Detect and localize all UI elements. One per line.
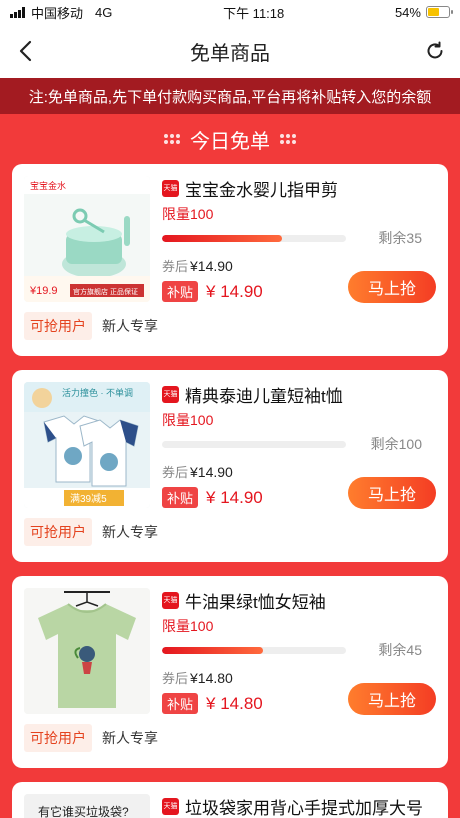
- thumb-banner-text: 活力撞色 · 不单调: [62, 387, 133, 398]
- stock-progress-bar: [162, 646, 346, 654]
- new-user-tag: 新人专享: [102, 318, 158, 334]
- thumb-banner-text: 宝宝金水: [30, 180, 66, 191]
- grab-button[interactable]: 马上抢: [348, 477, 436, 509]
- remaining-label: 剩余45: [378, 642, 422, 658]
- refresh-icon: [427, 41, 443, 59]
- nav-bar: 免单商品: [0, 24, 460, 78]
- grab-button[interactable]: 马上抢: [348, 271, 436, 303]
- carrier-label: 中国移动: [31, 5, 84, 21]
- dots-decoration-icon: [280, 134, 296, 144]
- battery-percent: 54%: [394, 4, 421, 20]
- thumb-deal-text: 满39减5: [70, 493, 107, 505]
- new-user-tag: 新人专享: [102, 730, 158, 746]
- thumb-banner-text: 有它谁买垃圾袋?: [38, 804, 129, 818]
- signal-icon: [10, 6, 25, 18]
- subsidy-price: ¥ 14.80: [206, 693, 263, 713]
- remaining-label: 剩余35: [378, 230, 422, 246]
- stock-progress-bar: [162, 234, 346, 242]
- thumb-price-text: ¥19.9: [29, 285, 58, 297]
- stock-progress-bar: [162, 440, 346, 448]
- section-title: 今日免单: [190, 130, 270, 153]
- product-card[interactable]: 活力撞色 · 不单调 满39减5 天猫 精典泰迪儿童短袖t恤 限量100 剩余1…: [12, 370, 448, 562]
- page-title: 免单商品: [190, 42, 270, 65]
- product-title: 垃圾袋家用背心手提式加厚大号: [185, 798, 423, 818]
- limit-label: 限量100: [162, 412, 214, 428]
- subsidy-price: ¥ 14.90: [206, 487, 263, 507]
- product-image: 活力撞色 · 不单调 满39减5: [24, 382, 150, 508]
- product-image: 宝宝金水 ¥19.9 官方旗舰店 正品保证: [24, 176, 150, 302]
- product-list: 宝宝金水 ¥19.9 官方旗舰店 正品保证 天猫 宝宝金水婴儿指甲剪 限量100: [0, 164, 460, 818]
- product-card[interactable]: 宝宝金水 ¥19.9 官方旗舰店 正品保证 天猫 宝宝金水婴儿指甲剪 限量100: [12, 164, 448, 356]
- subsidy-badge: 补贴: [162, 693, 199, 714]
- user-tag: 可抢用户: [24, 724, 92, 752]
- product-card[interactable]: 有它谁买垃圾袋? 天猫 垃圾袋家用背心手提式加厚大号: [12, 782, 448, 818]
- battery-icon: [425, 6, 453, 18]
- limit-label: 限量100: [162, 206, 214, 222]
- subsidy-price: ¥ 14.90: [206, 281, 263, 301]
- product-title: 牛油果绿t恤女短袖: [185, 592, 326, 612]
- user-tag: 可抢用户: [24, 312, 92, 340]
- tmall-badge-icon: 天猫: [162, 797, 179, 815]
- product-image: [24, 588, 150, 714]
- user-tag: 可抢用户: [24, 518, 92, 546]
- refresh-button[interactable]: [420, 36, 450, 66]
- back-button[interactable]: [10, 36, 40, 66]
- status-bar: 中国移动 4G 下午 11:18 54%: [0, 0, 460, 24]
- clock: 下午 11:18: [223, 5, 285, 21]
- tmall-badge-icon: 天猫: [162, 385, 179, 403]
- notice-banner: 注:免单商品,先下单付款购买商品,平台再将补贴转入您的余额: [0, 78, 460, 114]
- chevron-left-icon: [19, 40, 32, 62]
- product-card[interactable]: 天猫 牛油果绿t恤女短袖 限量100 剩余45 券后 ¥14.80 补贴 ¥ 14…: [12, 576, 448, 768]
- network-label: 4G: [95, 4, 113, 20]
- subsidy-badge: 补贴: [162, 487, 199, 508]
- tmall-badge-icon: 天猫: [162, 179, 179, 197]
- new-user-tag: 新人专享: [102, 524, 158, 540]
- grab-button[interactable]: 马上抢: [348, 683, 436, 715]
- tmall-badge-icon: 天猫: [162, 591, 179, 609]
- product-image: 有它谁买垃圾袋?: [24, 794, 150, 818]
- product-title: 精典泰迪儿童短袖t恤: [185, 386, 343, 406]
- section-header: 今日免单: [0, 114, 460, 164]
- product-title: 宝宝金水婴儿指甲剪: [185, 180, 338, 200]
- subsidy-badge: 补贴: [162, 281, 199, 302]
- thumb-shop-text: 官方旗舰店 正品保证: [73, 287, 138, 296]
- limit-label: 限量100: [162, 618, 214, 634]
- dots-decoration-icon: [164, 134, 180, 144]
- remaining-label: 剩余100: [370, 436, 422, 452]
